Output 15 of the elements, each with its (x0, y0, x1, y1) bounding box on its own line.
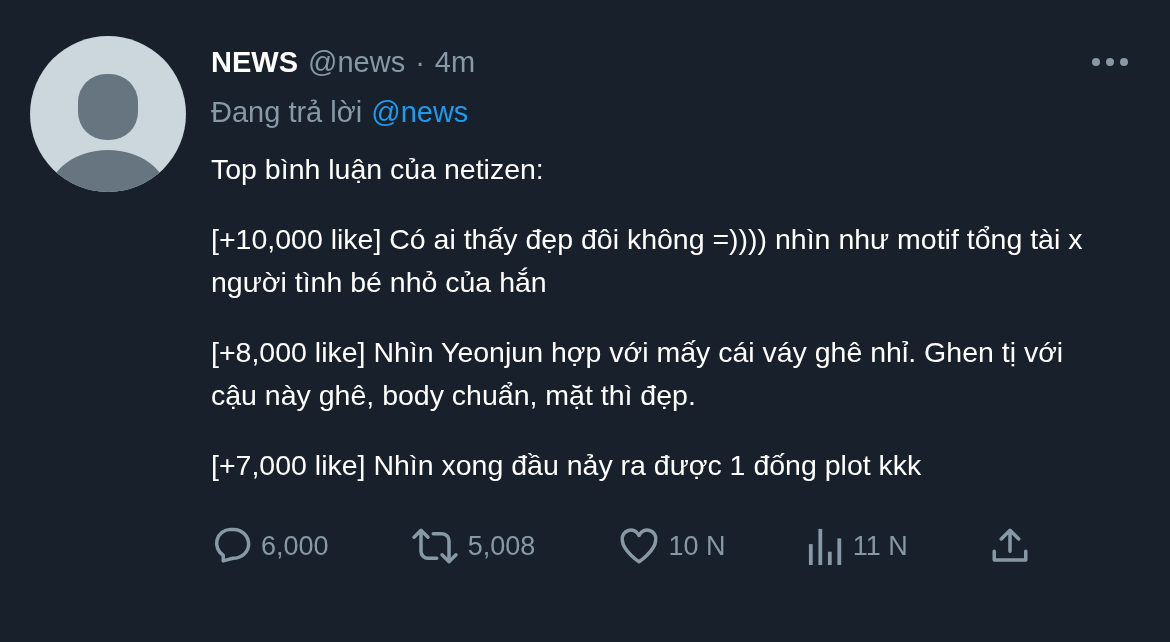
timestamp: 4m (434, 45, 476, 79)
tweet-paragraph: Top bình luận của netizen: (211, 152, 545, 187)
action-count: 11 N (852, 530, 908, 562)
action-count: 5,008 (467, 530, 536, 562)
mention-link[interactable]: @news (371, 95, 469, 129)
separator-dot: · (415, 45, 425, 79)
action-count: 6,000 (261, 530, 329, 562)
action-count: 10 N (668, 530, 726, 562)
author-handle: @news (308, 45, 406, 79)
tweet-paragraph: [+8,000 like] Nhìn Yeonjun hợp với mấy cái váy ghê nhỉ. Ghen tị với cậu này ghê, body chuẩn, mặt thì đẹp. (211, 335, 1065, 413)
tweet-paragraph: [+7,000 like] Nhìn xong đầu nảy ra được 1 đống plot kkk (211, 448, 923, 483)
reply-label: Đang trả lời (211, 95, 363, 129)
tweet-paragraph: [+10,000 like] Có ai thấy đẹp đôi không =)))) nhìn như motif tổng tài x người tình bé nhỏ của hắn (211, 222, 1084, 300)
author-name: NEWS (211, 45, 298, 79)
more-icon[interactable] (1090, 56, 1130, 68)
